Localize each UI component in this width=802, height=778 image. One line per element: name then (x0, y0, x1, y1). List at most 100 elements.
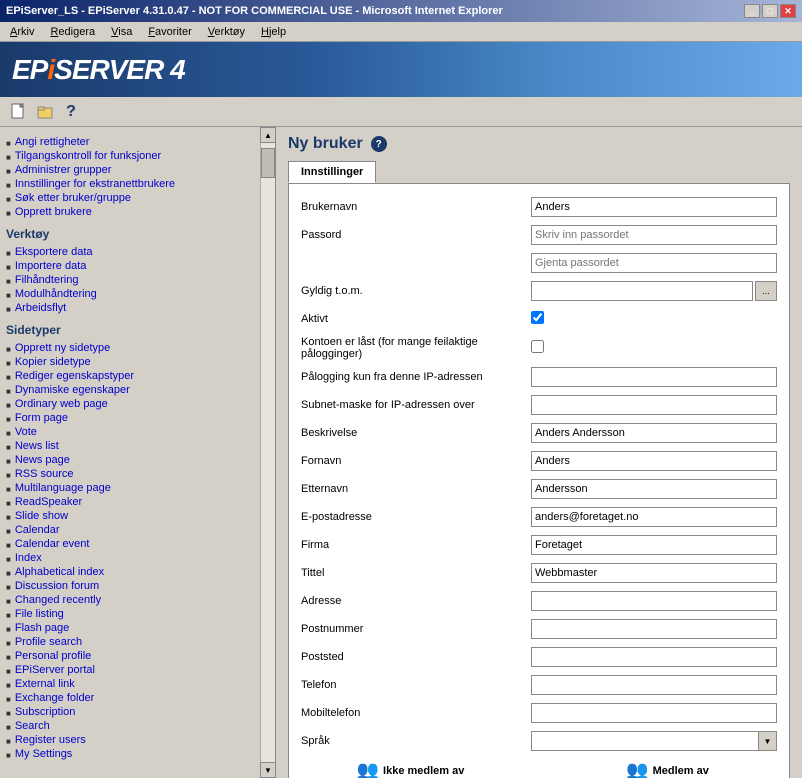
input-etternavn[interactable] (531, 479, 777, 499)
menu-verktyg[interactable]: Verktøy (202, 25, 251, 39)
sidebar-item-importere[interactable]: ■Importere data (6, 259, 254, 273)
control-gjenta-passord (531, 253, 777, 273)
menu-visa[interactable]: Visa (105, 25, 138, 39)
sidebar-item-profile-search[interactable]: ■Profile search (6, 635, 254, 649)
sidebar-item-flash-page[interactable]: ■Flash page (6, 621, 254, 635)
open-icon[interactable] (34, 101, 56, 123)
sidebar-scroll-up[interactable]: ▲ (260, 127, 276, 143)
input-gyldig-date[interactable] (531, 281, 753, 301)
menu-hjelp[interactable]: Hjelp (255, 25, 292, 39)
sidebar-item-news-list[interactable]: ■News list (6, 439, 254, 453)
sidebar-item-ordinary-web[interactable]: ■Ordinary web page (6, 397, 254, 411)
sidebar-scroll-thumb[interactable] (261, 148, 275, 178)
sprak-dropdown-arrow[interactable]: ▼ (759, 731, 777, 751)
window-controls[interactable]: _ □ ✕ (744, 4, 796, 18)
sidebar-item-episerver-portal[interactable]: ■EPiServer portal (6, 663, 254, 677)
not-member-label: 👥 Ikke medlem av (301, 760, 520, 778)
sidebar-item-opprett-sidetype[interactable]: ■Opprett ny sidetype (6, 341, 254, 355)
menu-redigera[interactable]: Redigera (44, 25, 101, 39)
input-fornavn[interactable] (531, 451, 777, 471)
control-firma (531, 535, 777, 555)
sidebar-item-opprett-brukere[interactable]: ■Opprett brukere (6, 205, 254, 219)
sidebar-item-rediger-egenskapstyper[interactable]: ■Rediger egenskapstyper (6, 369, 254, 383)
maximize-button[interactable]: □ (762, 4, 778, 18)
sidebar-item-calendar-event[interactable]: ■Calendar event (6, 537, 254, 551)
sidebar-item-news-page[interactable]: ■News page (6, 453, 254, 467)
sidebar-section-sidetyper-title: Sidetyper (6, 323, 254, 337)
sidebar-item-modulhandtering[interactable]: ■Modulhåndtering (6, 287, 254, 301)
sidebar-item-filhandtering[interactable]: ■Filhåndtering (6, 273, 254, 287)
member-section: 👥 Ikke medlem av Administrators Extranat… (301, 760, 777, 778)
label-telefon: Telefon (301, 679, 531, 691)
sidebar-item-readspeaker[interactable]: ■ReadSpeaker (6, 495, 254, 509)
label-subnet: Subnet-maske for IP-adressen over (301, 399, 531, 411)
input-epost[interactable] (531, 507, 777, 527)
sidebar-item-personal-profile[interactable]: ■Personal profile (6, 649, 254, 663)
help-icon[interactable]: ? (60, 101, 82, 123)
page-help-icon[interactable]: ? (371, 136, 387, 152)
page-title: Ny bruker (288, 135, 363, 153)
sidebar-item-calendar[interactable]: ■Calendar (6, 523, 254, 537)
input-tittel[interactable] (531, 563, 777, 583)
sidebar-item-exchange-folder[interactable]: ■Exchange folder (6, 691, 254, 705)
input-beskrivelse[interactable] (531, 423, 777, 443)
sidebar-item-administrer-grupper[interactable]: ■Administrer grupper (6, 163, 254, 177)
sidebar-scroll-down[interactable]: ▼ (260, 762, 276, 778)
sidebar-item-file-listing[interactable]: ■File listing (6, 607, 254, 621)
field-poststed: Poststed (301, 646, 777, 668)
tab-innstillinger[interactable]: Innstillinger (288, 161, 376, 183)
input-passord[interactable] (531, 225, 777, 245)
sidebar-item-changed-recently[interactable]: ■Changed recently (6, 593, 254, 607)
sidebar-item-external-link[interactable]: ■External link (6, 677, 254, 691)
sidebar-item-slide-show[interactable]: ■Slide show (6, 509, 254, 523)
sidebar-item-subscription[interactable]: ■Subscription (6, 705, 254, 719)
label-postnummer: Postnummer (301, 623, 531, 635)
input-firma[interactable] (531, 535, 777, 555)
control-postnummer (531, 619, 777, 639)
sidebar-item-vote[interactable]: ■Vote (6, 425, 254, 439)
minimize-button[interactable]: _ (744, 4, 760, 18)
input-telefon[interactable] (531, 675, 777, 695)
sidebar-item-angi-rettigheter[interactable]: ■Angi rettigheter (6, 135, 254, 149)
input-palogging[interactable] (531, 367, 777, 387)
input-postnummer[interactable] (531, 619, 777, 639)
sidebar-item-kopier-sidetype[interactable]: ■Kopier sidetype (6, 355, 254, 369)
checkbox-aktivt[interactable] (531, 311, 544, 324)
select-sprak[interactable] (531, 731, 759, 751)
label-brukernavn: Brukernavn (301, 201, 531, 213)
sidebar-item-multilanguage[interactable]: ■Multilanguage page (6, 481, 254, 495)
label-etternavn: Etternavn (301, 483, 531, 495)
input-adresse[interactable] (531, 591, 777, 611)
sidebar-scroll-track[interactable] (261, 143, 275, 762)
member-arrows: < >> (528, 760, 550, 778)
input-subnet[interactable] (531, 395, 777, 415)
sidebar-item-index[interactable]: ■Index (6, 551, 254, 565)
new-page-icon[interactable] (8, 101, 30, 123)
checkbox-kontoen-last[interactable] (531, 340, 544, 353)
sidebar-item-arbeidsflyt[interactable]: ■Arbeidsflyt (6, 301, 254, 315)
input-brukernavn[interactable] (531, 197, 777, 217)
sidebar-item-innstillinger-ekstranet[interactable]: ■Innstillinger for ekstranettbrukere (6, 177, 254, 191)
menu-arkiv[interactable]: Arkiv (4, 25, 40, 39)
sidebar-item-search[interactable]: ■Search (6, 719, 254, 733)
sidebar-item-rss[interactable]: ■RSS source (6, 467, 254, 481)
sidebar-item-sok-bruker[interactable]: ■Søk etter bruker/gruppe (6, 191, 254, 205)
sidebar-item-discussion[interactable]: ■Discussion forum (6, 579, 254, 593)
date-picker-button[interactable]: ... (755, 281, 777, 301)
menu-favoriter[interactable]: Favoriter (142, 25, 197, 39)
sidebar-item-eksportere[interactable]: ■Eksportere data (6, 245, 254, 259)
sidebar-item-dynamiske[interactable]: ■Dynamiske egenskaper (6, 383, 254, 397)
input-poststed[interactable] (531, 647, 777, 667)
input-gjenta-passord[interactable] (531, 253, 777, 273)
sidebar-item-form-page[interactable]: ■Form page (6, 411, 254, 425)
sidebar-item-alphabetical-index[interactable]: ■Alphabetical index (6, 565, 254, 579)
control-tittel (531, 563, 777, 583)
input-mobiltelefon[interactable] (531, 703, 777, 723)
label-kontoen-last: Kontoen er låst (for mange feilaktige på… (301, 336, 531, 360)
sidebar-item-tilgangskontroll[interactable]: ■Tilgangskontroll for funksjoner (6, 149, 254, 163)
sidebar-item-register-users[interactable]: ■Register users (6, 733, 254, 747)
sidebar-item-my-settings[interactable]: ■My Settings (6, 747, 254, 761)
close-button[interactable]: ✕ (780, 4, 796, 18)
field-epost: E-postadresse (301, 506, 777, 528)
control-epost (531, 507, 777, 527)
